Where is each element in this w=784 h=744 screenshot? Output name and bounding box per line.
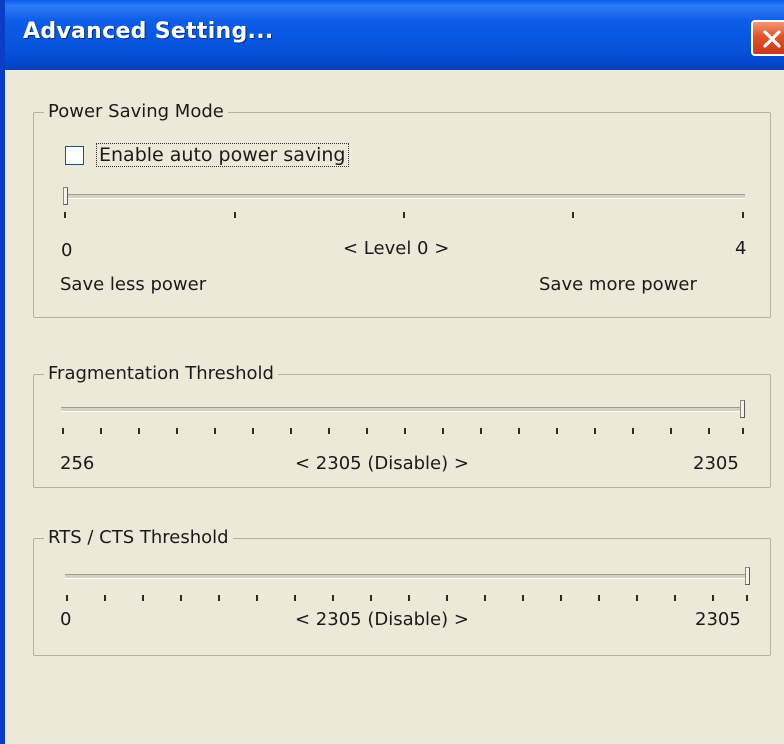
rts-cts-tick	[408, 595, 410, 601]
rts-cts-tick	[598, 595, 600, 601]
enable-auto-power-saving-label[interactable]: Enable auto power saving	[96, 143, 349, 167]
rts-cts-tick	[712, 595, 714, 601]
power-level-tick	[403, 212, 405, 218]
window-title: Advanced Setting...	[23, 19, 274, 44]
close-button[interactable]	[751, 20, 784, 56]
fragmentation-tick	[100, 428, 102, 434]
fragmentation-tick	[62, 428, 64, 434]
save-more-power-label: Save more power	[539, 274, 697, 295]
rts-cts-tick	[180, 595, 182, 601]
fragmentation-tick	[742, 428, 744, 434]
fragmentation-tick	[518, 428, 520, 434]
advanced-setting-dialog: Advanced Setting... Power Saving Mode En…	[0, 0, 784, 744]
fragmentation-tick	[670, 428, 672, 434]
rts-cts-tick	[636, 595, 638, 601]
fragmentation-slider-thumb[interactable]	[740, 400, 745, 418]
rts-cts-threshold-legend: RTS / CTS Threshold	[44, 527, 233, 548]
rts-cts-tick	[256, 595, 258, 601]
save-less-power-label: Save less power	[60, 274, 207, 295]
rts-cts-tick	[746, 595, 748, 601]
fragmentation-tick	[632, 428, 634, 434]
rts-cts-tick	[674, 595, 676, 601]
title-bar[interactable]: Advanced Setting...	[5, 0, 784, 70]
power-level-tick	[234, 212, 236, 218]
rts-cts-tick	[522, 595, 524, 601]
fragmentation-tick	[442, 428, 444, 434]
rts-cts-min-label: 0	[60, 609, 72, 630]
fragmentation-tick	[138, 428, 140, 434]
rts-cts-tick	[446, 595, 448, 601]
power-level-current-label: < Level 0 >	[343, 238, 450, 259]
fragmentation-tick	[708, 428, 710, 434]
power-level-tick	[64, 212, 66, 218]
rts-cts-max-label: 2305	[695, 609, 741, 630]
power-level-tick	[572, 212, 574, 218]
fragmentation-tick	[556, 428, 558, 434]
fragmentation-min-label: 256	[60, 453, 95, 474]
fragmentation-max-label: 2305	[693, 453, 739, 474]
rts-cts-tick	[560, 595, 562, 601]
rts-cts-current-label: < 2305 (Disable) >	[295, 609, 469, 630]
fragmentation-tick	[328, 428, 330, 434]
power-level-slider-thumb[interactable]	[63, 187, 68, 205]
close-icon	[763, 30, 781, 48]
rts-cts-slider-thumb[interactable]	[745, 567, 750, 585]
enable-auto-power-saving-checkbox[interactable]	[65, 146, 84, 165]
power-level-tick	[742, 212, 744, 218]
fragmentation-slider-track[interactable]	[61, 407, 745, 412]
fragmentation-tick	[252, 428, 254, 434]
rts-cts-tick	[142, 595, 144, 601]
rts-cts-tick	[66, 595, 68, 601]
fragmentation-tick	[290, 428, 292, 434]
fragmentation-tick	[480, 428, 482, 434]
fragmentation-current-label: < 2305 (Disable) >	[295, 453, 469, 474]
fragmentation-tick	[366, 428, 368, 434]
fragmentation-tick	[214, 428, 216, 434]
rts-cts-tick	[218, 595, 220, 601]
power-level-min-label: 0	[61, 240, 73, 261]
fragmentation-threshold-legend: Fragmentation Threshold	[44, 363, 278, 384]
rts-cts-slider-track[interactable]	[65, 574, 749, 579]
rts-cts-tick	[484, 595, 486, 601]
power-level-max-label: 4	[735, 238, 747, 259]
rts-cts-tick	[370, 595, 372, 601]
fragmentation-tick	[404, 428, 406, 434]
fragmentation-tick	[176, 428, 178, 434]
rts-cts-tick	[332, 595, 334, 601]
fragmentation-tick	[594, 428, 596, 434]
rts-cts-tick	[104, 595, 106, 601]
power-saving-legend: Power Saving Mode	[44, 101, 228, 122]
rts-cts-tick	[294, 595, 296, 601]
power-level-slider-track[interactable]	[65, 194, 745, 199]
